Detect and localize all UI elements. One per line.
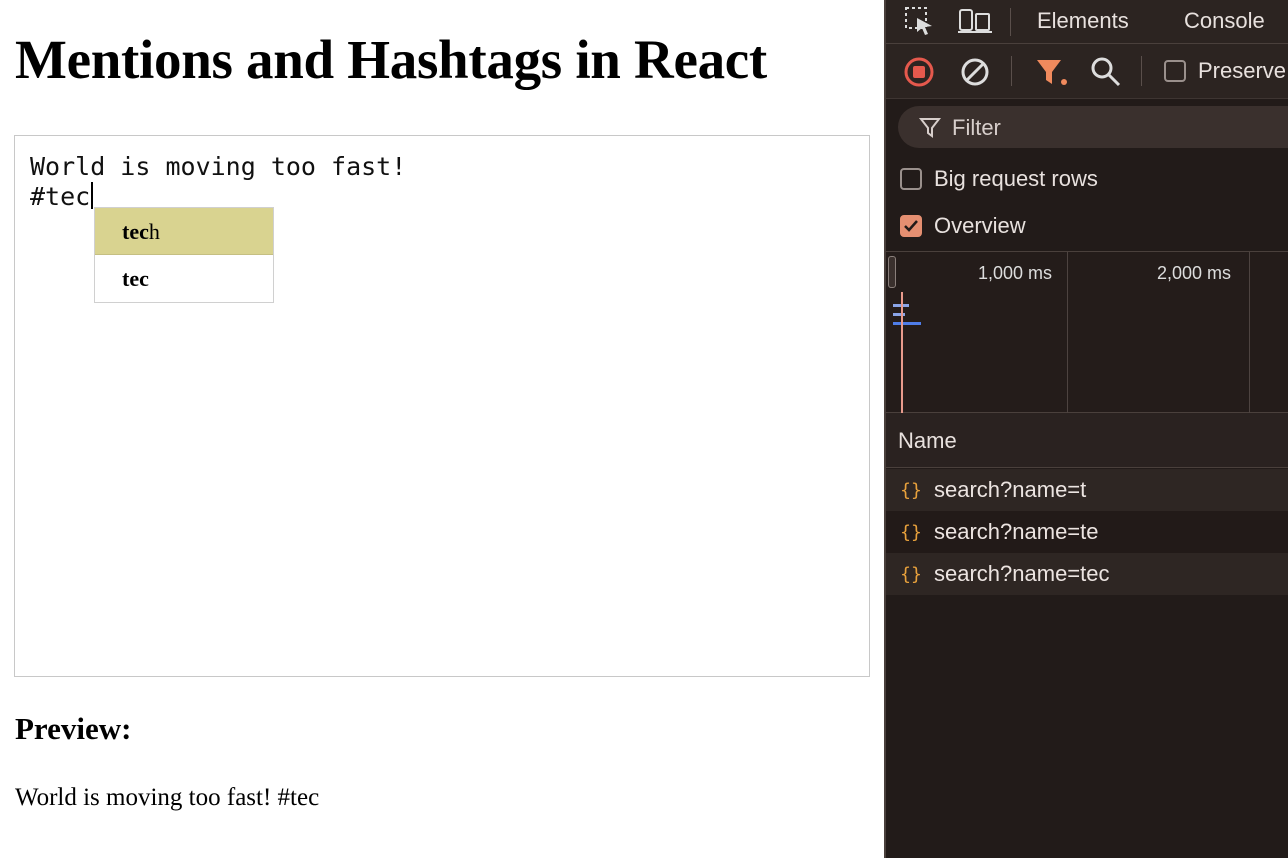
big-request-rows-label: Big request rows [934,166,1098,191]
timeline-tick-label: 1,000 ms [978,263,1053,283]
overview-checkbox-box[interactable] [900,215,922,237]
suggestion-match: tec [122,266,149,291]
timeline-gridline [1067,252,1068,414]
tab-separator [1010,8,1011,36]
timeline-handle[interactable] [888,256,896,288]
checkmark-icon [904,220,918,232]
big-request-rows-checkbox-box[interactable] [900,168,922,190]
timeline-gridline [1249,252,1250,414]
suggestion-rest: h [148,219,160,244]
filter-toggle-icon[interactable] [1034,56,1068,88]
editor-line-2-text[interactable]: #tec [30,182,90,211]
timeline-tick-label: 2,000 ms [1157,263,1232,283]
request-row[interactable]: {} search?name=te [886,511,1288,553]
devtools-panel: Elements Console Preserve Filter Big req… [884,0,1288,858]
timeline-load-marker [901,292,903,414]
svg-text:{}: {} [900,522,922,543]
json-request-icon: {} [900,480,922,501]
editor-line-1[interactable]: World is moving too fast! [30,152,406,182]
preview-text: World is moving too fast! #tec [15,784,320,811]
filter-input[interactable]: Filter [898,106,1288,148]
suggestion-match: tec [122,219,149,244]
search-icon[interactable] [1090,56,1122,88]
request-row[interactable]: {} search?name=t [886,469,1288,511]
network-overview-timeline[interactable]: 1,000 ms 2,000 ms [886,251,1288,414]
timeline-request-bar [893,313,905,316]
request-name: search?name=t [934,477,1087,502]
web-page: Mentions and Hashtags in React World is … [0,0,884,858]
inspect-element-icon[interactable] [904,6,936,36]
suggestion-item-tech[interactable]: tech [95,208,273,255]
editor-line-2[interactable]: #tec [30,182,94,212]
toolbar-separator [1011,56,1012,86]
tab-console[interactable]: Console [1184,8,1265,34]
json-request-icon: {} [900,522,922,543]
json-request-icon: {} [900,564,922,585]
filter-placeholder: Filter [952,115,1001,140]
network-toolbar: Preserve [886,44,1288,99]
suggestion-item-tec[interactable]: tec [95,255,273,302]
device-toolbar-icon[interactable] [958,6,992,36]
clear-icon[interactable] [959,56,991,88]
request-row[interactable]: {} search?name=tec [886,553,1288,595]
preserve-log-label: Preserve [1198,58,1287,83]
preserve-log-checkbox-box[interactable] [1164,60,1186,82]
text-caret [91,182,94,209]
name-column-header-label: Name [898,428,957,453]
request-name: search?name=tec [934,561,1110,586]
svg-text:{}: {} [900,564,922,585]
record-stop-icon[interactable] [903,56,935,88]
timeline-request-bar [893,322,921,325]
svg-text:{}: {} [900,480,922,501]
tab-elements[interactable]: Elements [1037,8,1129,34]
preview-heading: Preview: [15,711,132,746]
hashtag-suggestions-list: tech tec [94,207,274,303]
overview-label: Overview [934,213,1026,238]
name-column-header[interactable]: Name [886,413,1288,468]
devtools-tab-bar: Elements Console [886,0,1288,44]
filter-icon [918,118,942,138]
request-name: search?name=te [934,519,1099,544]
page-title: Mentions and Hashtags in React [15,29,767,90]
toolbar-separator [1141,56,1142,86]
